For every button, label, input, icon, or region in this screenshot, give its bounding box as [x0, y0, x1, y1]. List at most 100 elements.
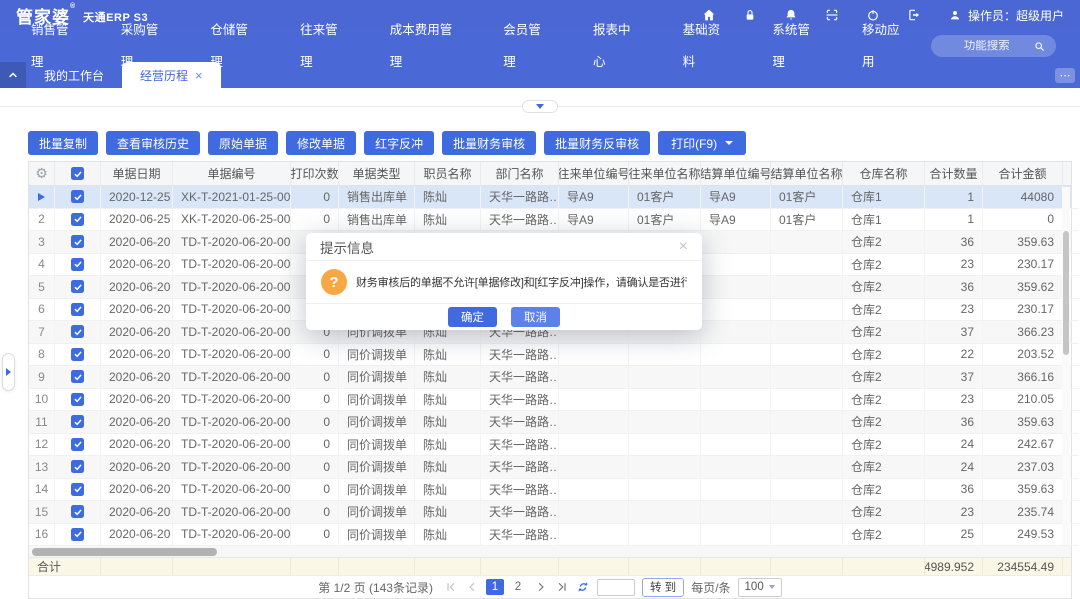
collapse-tabs-button[interactable]	[0, 62, 26, 88]
horizontal-scrollbar[interactable]	[29, 546, 1071, 558]
cell-settle_code	[701, 411, 771, 434]
row-checkbox[interactable]	[71, 303, 84, 316]
table-row[interactable]: 22020-06-25XK-T-2020-06-25-00010销售出库单陈灿天…	[29, 209, 1071, 232]
page-button-2[interactable]: 2	[509, 579, 527, 595]
table-row[interactable]: 82020-06-20TD-T-2020-06-20-00130同价调拨单陈灿天…	[29, 344, 1071, 367]
cell-code: XK-T-2020-06-25-0001	[173, 209, 291, 232]
cell-num: 16	[29, 524, 55, 547]
per-page-select[interactable]: 100	[738, 578, 782, 597]
row-checkbox[interactable]	[71, 505, 84, 518]
cell-num: 3	[29, 231, 55, 254]
tab-overflow-button[interactable]: ⋯	[1055, 68, 1075, 83]
row-checkbox[interactable]	[71, 393, 84, 406]
search-icon[interactable]	[1033, 40, 1046, 53]
gear-icon[interactable]: ⚙	[35, 165, 48, 182]
column-header-staff: 职员名称	[415, 162, 481, 185]
horizontal-scrollbar-thumb[interactable]	[32, 548, 217, 556]
collapse-panel-button[interactable]	[522, 100, 558, 113]
cell-code: TD-T-2020-06-20-0008	[173, 456, 291, 479]
row-checkbox[interactable]	[71, 258, 84, 271]
nav-item-7[interactable]: 报表中心	[572, 14, 662, 78]
row-checkbox[interactable]	[71, 280, 84, 293]
row-checkbox[interactable]	[71, 483, 84, 496]
table-row[interactable]: 2020-12-25XK-T-2021-01-25-00010销售出库单陈灿天华…	[29, 186, 1071, 209]
row-checkbox[interactable]	[71, 190, 84, 203]
row-checkbox[interactable]	[71, 348, 84, 361]
row-checkbox[interactable]	[71, 213, 84, 226]
cell-settle_name	[771, 366, 843, 389]
cell-warehouse: 仓库2	[843, 479, 925, 502]
nav-item-5[interactable]: 成本费用管理	[369, 14, 483, 78]
table-row[interactable]: 112020-06-20TD-T-2020-06-20-00100同价调拨单陈灿…	[29, 411, 1071, 434]
row-checkbox[interactable]	[71, 528, 84, 541]
vertical-scrollbar[interactable]	[1062, 187, 1070, 545]
table-row[interactable]: 152020-06-20TD-T-2020-06-20-00040同价调拨单陈灿…	[29, 501, 1071, 524]
nav-item-9[interactable]: 系统管理	[751, 14, 841, 78]
nav-item-4[interactable]: 往来管理	[279, 14, 369, 78]
goto-page-input[interactable]	[597, 579, 635, 596]
toolbar-button-4[interactable]: 修改单据	[286, 131, 356, 155]
toolbar-button-5[interactable]: 红字反冲	[364, 131, 434, 155]
cell-check	[55, 186, 101, 209]
column-header-prints: 打印次数	[291, 162, 339, 185]
tab-2[interactable]: 经营历程×	[122, 62, 221, 88]
cell-amount: 210.05	[983, 389, 1063, 412]
prev-page-icon[interactable]	[465, 580, 479, 594]
cell-settle_name	[771, 524, 843, 547]
table-row[interactable]: 132020-06-20TD-T-2020-06-20-00080同价调拨单陈灿…	[29, 456, 1071, 479]
side-flyout-handle[interactable]	[2, 353, 15, 391]
operator-menu[interactable]: 操作员：超级用户	[947, 7, 1064, 24]
goto-page-button[interactable]: 转 到	[642, 578, 684, 597]
next-page-icon[interactable]	[534, 580, 548, 594]
cell-amount: 366.23	[983, 321, 1063, 344]
page-button-1[interactable]: 1	[486, 579, 504, 595]
nav-item-10[interactable]: 移动应用	[841, 14, 931, 78]
table-row[interactable]: 162020-06-20TD-T-2020-06-20-00020同价调拨单陈灿…	[29, 524, 1071, 547]
cell-dept: 天华一路路…	[481, 186, 559, 209]
confirm-button[interactable]: 确定	[448, 307, 497, 327]
nav-item-6[interactable]: 会员管理	[482, 14, 572, 78]
nav-item-8[interactable]: 基础资料	[662, 14, 752, 78]
toolbar-button-2[interactable]: 查看审核历史	[106, 131, 200, 155]
last-page-icon[interactable]	[555, 580, 569, 594]
cell-check	[55, 276, 101, 299]
cancel-button[interactable]: 取消	[511, 307, 560, 327]
top-divider	[0, 106, 1080, 107]
tab-1[interactable]: 我的工作台	[26, 62, 122, 88]
print-button[interactable]: 打印(F9)	[658, 131, 746, 155]
cell-num: 10	[29, 389, 55, 412]
cell-qty: 23	[925, 501, 983, 524]
row-checkbox[interactable]	[71, 370, 84, 383]
cell-check	[55, 366, 101, 389]
refresh-icon[interactable]	[576, 580, 590, 594]
chevron-up-icon	[7, 69, 19, 81]
row-checkbox[interactable]	[71, 415, 84, 428]
cell-staff: 陈灿	[415, 434, 481, 457]
toolbar-button-7[interactable]: 批量财务反审核	[544, 131, 650, 155]
first-page-icon[interactable]	[444, 580, 458, 594]
table-row[interactable]: 92020-06-20TD-T-2020-06-20-00120同价调拨单陈灿天…	[29, 366, 1071, 389]
toolbar-button-1[interactable]: 批量复制	[28, 131, 98, 155]
cell-settle_name: 01客户	[771, 186, 843, 209]
cell-type: 销售出库单	[339, 209, 415, 232]
toolbar-button-3[interactable]: 原始单据	[208, 131, 278, 155]
search-input[interactable]	[941, 40, 1033, 52]
dialog-close-icon[interactable]: ×	[679, 239, 688, 255]
table-row[interactable]: 102020-06-20TD-T-2020-06-20-00110同价调拨单陈灿…	[29, 389, 1071, 412]
select-all-checkbox[interactable]	[71, 167, 84, 180]
column-header-date: 单据日期	[101, 162, 173, 185]
vertical-scrollbar-thumb[interactable]	[1063, 231, 1069, 355]
table-row[interactable]: 122020-06-20TD-T-2020-06-20-00090同价调拨单陈灿…	[29, 434, 1071, 457]
toolbar-button-6[interactable]: 批量财务审核	[442, 131, 536, 155]
function-search[interactable]	[931, 35, 1056, 57]
row-checkbox[interactable]	[71, 235, 84, 248]
row-checkbox[interactable]	[71, 325, 84, 338]
cell-date: 2020-06-20	[101, 276, 173, 299]
cell-qty: 36	[925, 479, 983, 502]
tab-close-icon[interactable]: ×	[195, 69, 203, 82]
row-checkbox[interactable]	[71, 438, 84, 451]
cell-prints: 0	[291, 411, 339, 434]
cell-type: 同价调拨单	[339, 411, 415, 434]
row-checkbox[interactable]	[71, 460, 84, 473]
table-row[interactable]: 142020-06-20TD-T-2020-06-20-00070同价调拨单陈灿…	[29, 479, 1071, 502]
